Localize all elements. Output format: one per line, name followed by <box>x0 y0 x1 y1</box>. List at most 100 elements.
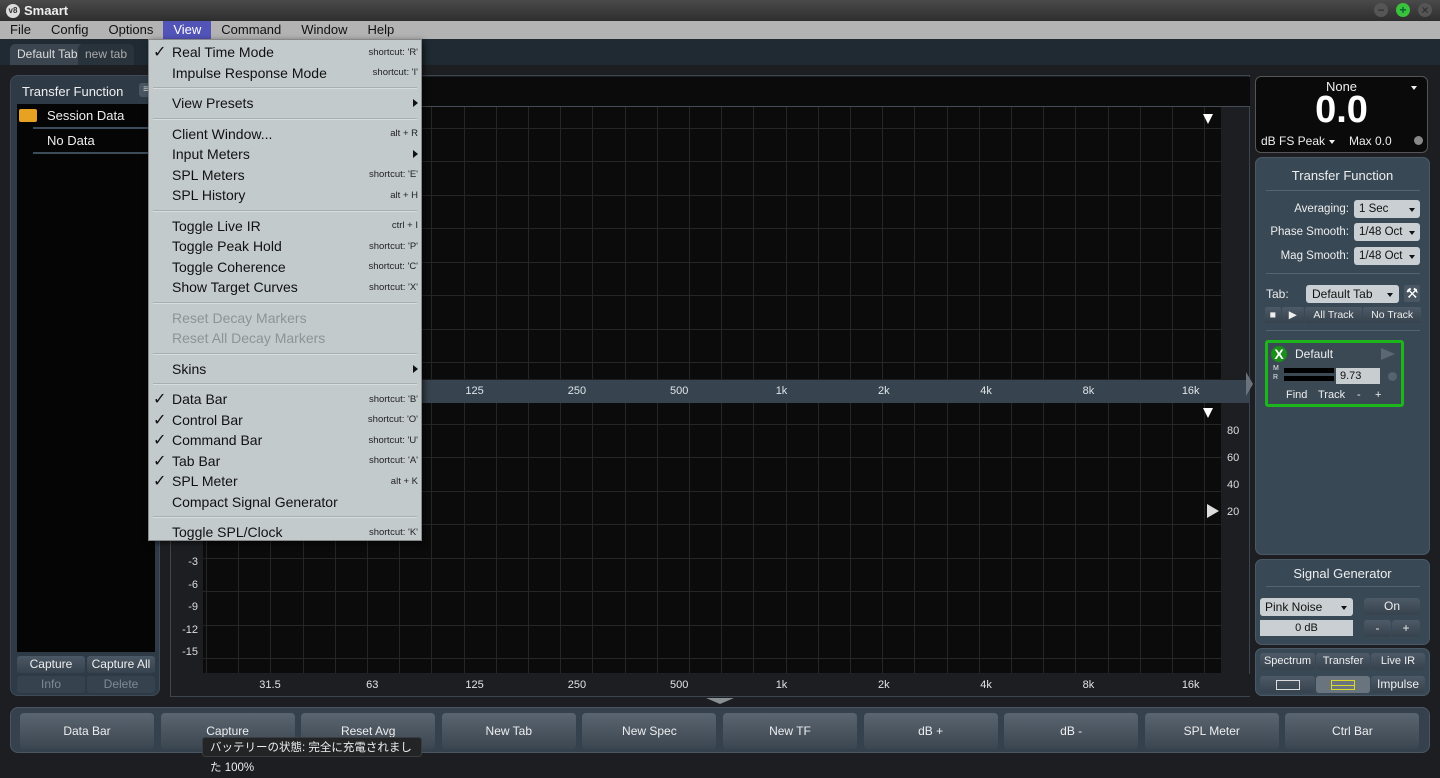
menu-item-toggle-coherence[interactable]: Toggle Coherence shortcut: 'C' <box>149 257 421 277</box>
menu-item-spl-meter[interactable]: ✓ SPL Meter alt + K <box>149 471 421 491</box>
generator-level[interactable]: 0 dB <box>1260 620 1353 636</box>
tab-select[interactable]: Default Tab <box>1306 285 1399 303</box>
mode-spectrum-button[interactable]: Spectrum <box>1260 653 1315 670</box>
menu-item-reset-all-decay-markers[interactable]: Reset All Decay Markers <box>149 328 421 348</box>
menu-command[interactable]: Command <box>211 21 291 39</box>
tools-icon[interactable]: ⚒ <box>1404 285 1420 302</box>
menu-item-command-bar[interactable]: ✓ Command Bar shortcut: 'U' <box>149 430 421 450</box>
gridline <box>1107 107 1109 379</box>
capture-button[interactable]: Capture <box>17 656 85 673</box>
gridline <box>431 107 433 379</box>
close-icon[interactable]: × <box>1418 3 1432 17</box>
menu-item-label: Client Window... <box>172 125 273 142</box>
menu-item-reset-decay-markers[interactable]: Reset Decay Markers <box>149 308 421 328</box>
coherence-marker-icon[interactable] <box>1207 504 1219 518</box>
capture-all-button[interactable]: Capture All <box>87 656 155 673</box>
info-button[interactable]: Info <box>17 676 85 693</box>
track-button[interactable]: Track <box>1318 389 1345 401</box>
spl-value: 0.0 <box>1315 89 1368 131</box>
menu-item-toggle-spl-clock[interactable]: Toggle SPL/Clock shortcut: 'K' <box>149 522 421 542</box>
menu-item-show-target-curves[interactable]: Show Target Curves shortcut: 'X' <box>149 277 421 297</box>
mode-transfer-button[interactable]: Transfer <box>1316 653 1370 670</box>
command-button-db[interactable]: dB - <box>1004 713 1139 749</box>
tab-default[interactable]: Default Tab <box>10 44 85 65</box>
mode-panel: Spectrum Transfer Live IR Impulse <box>1255 648 1430 696</box>
divider <box>1266 190 1420 191</box>
close-measurement-icon[interactable]: X <box>1271 346 1287 362</box>
single-pane-button[interactable] <box>1260 676 1315 693</box>
dual-pane-button[interactable] <box>1316 676 1370 693</box>
gridline <box>1172 403 1173 673</box>
menu-options[interactable]: Options <box>99 21 164 39</box>
plot-menu-arrow-icon[interactable] <box>1203 114 1213 124</box>
menu-file[interactable]: File <box>0 21 41 39</box>
signal-type-select[interactable]: Pink Noise <box>1260 598 1353 616</box>
frequency-tick-label: 2k <box>877 385 890 397</box>
gridline <box>1043 107 1045 379</box>
averaging-select[interactable]: 1 Sec <box>1354 200 1420 218</box>
phase-smooth-select[interactable]: 1/48 Oct <box>1354 223 1420 241</box>
command-button-db[interactable]: dB + <box>863 713 998 749</box>
menu-item-control-bar[interactable]: ✓ Control Bar shortcut: 'O' <box>149 410 421 430</box>
delay-plus-button[interactable]: + <box>1375 389 1381 401</box>
menu-item-input-meters[interactable]: Input Meters <box>149 144 421 164</box>
menu-view[interactable]: View <box>163 21 212 39</box>
level-minus-button[interactable]: - <box>1364 620 1391 637</box>
collapse-right-arrow-icon[interactable] <box>1246 372 1253 396</box>
maximize-icon[interactable]: + <box>1396 3 1410 17</box>
list-item[interactable]: Session Data <box>19 104 155 129</box>
menu-item-spl-history[interactable]: SPL History alt + H <box>149 185 421 205</box>
plot-menu-arrow-icon[interactable] <box>1203 408 1213 418</box>
play-button[interactable]: ▶ <box>1281 307 1304 323</box>
menu-item-spl-meters[interactable]: SPL Meters shortcut: 'E' <box>149 165 421 185</box>
list-item[interactable]: No Data <box>33 129 155 154</box>
no-track-button[interactable]: No Track <box>1363 307 1421 323</box>
command-button-ctrl-bar[interactable]: Ctrl Bar <box>1285 713 1420 749</box>
menu-window[interactable]: Window <box>291 21 357 39</box>
command-button-new-spec[interactable]: New Spec <box>582 713 717 749</box>
menu-item-tab-bar[interactable]: ✓ Tab Bar shortcut: 'A' <box>149 451 421 471</box>
command-button-spl-meter[interactable]: SPL Meter <box>1144 713 1279 749</box>
mag-smooth-select[interactable]: 1/48 Oct <box>1354 247 1420 265</box>
stop-button[interactable]: ■ <box>1265 307 1281 323</box>
collapse-bottom-arrow-icon[interactable] <box>706 698 734 704</box>
menu-config[interactable]: Config <box>41 21 99 39</box>
play-arrow-icon[interactable] <box>1381 348 1395 360</box>
frequency-tick-label: 500 <box>670 385 689 397</box>
menu-item-real-time-mode[interactable]: ✓ Real Time Mode shortcut: 'R' <box>149 42 421 62</box>
menu-help[interactable]: Help <box>358 21 405 39</box>
menu-item-impulse-response-mode[interactable]: Impulse Response Mode shortcut: 'I' <box>149 63 421 83</box>
command-button-new-tab[interactable]: New Tab <box>441 713 576 749</box>
menu-item-toggle-peak-hold[interactable]: Toggle Peak Hold shortcut: 'P' <box>149 236 421 256</box>
mode-live-ir-button[interactable]: Live IR <box>1371 653 1425 670</box>
delay-minus-button[interactable]: - <box>1357 389 1361 401</box>
level-plus-button[interactable]: + <box>1392 620 1420 637</box>
menu-item-data-bar[interactable]: ✓ Data Bar shortcut: 'B' <box>149 389 421 409</box>
delete-button[interactable]: Delete <box>87 676 155 693</box>
menu-item-toggle-live-ir[interactable]: Toggle Live IR ctrl + I <box>149 216 421 236</box>
command-button-new-tf[interactable]: New TF <box>723 713 857 749</box>
menu-item-client-window[interactable]: Client Window... alt + R <box>149 124 421 144</box>
spl-mode-select[interactable]: dB FS Peak <box>1261 134 1336 148</box>
menu-item-label: Toggle Live IR <box>172 217 261 234</box>
coherence-tick-label: 40 <box>1227 479 1240 491</box>
signal-generator-panel: Signal Generator Pink Noise On 0 dB - + <box>1255 559 1430 645</box>
gridline <box>1075 107 1077 379</box>
transfer-function-panel: Transfer Function Averaging: 1 Sec Phase… <box>1255 157 1430 555</box>
mode-impulse-button[interactable]: Impulse <box>1371 676 1425 693</box>
command-button-data-bar[interactable]: Data Bar <box>20 713 154 749</box>
spl-meter[interactable]: None 0.0 dB FS Peak Max 0.0 <box>1255 76 1428 153</box>
tab-new[interactable]: new tab <box>78 44 135 65</box>
menu-item-view-presets[interactable]: View Presets <box>149 93 421 113</box>
find-button[interactable]: Find <box>1286 389 1307 401</box>
measurement-card[interactable]: X Default M R 9.73 Find Track - + <box>1265 340 1404 407</box>
gridline <box>656 107 658 379</box>
menu-item-compact-signal-generator[interactable]: Compact Signal Generator <box>149 492 421 512</box>
menu-separator <box>153 117 417 120</box>
minimize-icon[interactable]: − <box>1374 3 1388 17</box>
delay-input[interactable]: 9.73 <box>1336 368 1380 384</box>
menu-item-skins[interactable]: Skins <box>149 359 421 379</box>
generator-on-button[interactable]: On <box>1364 598 1420 615</box>
gridline <box>721 107 723 379</box>
all-track-button[interactable]: All Track <box>1304 307 1363 323</box>
